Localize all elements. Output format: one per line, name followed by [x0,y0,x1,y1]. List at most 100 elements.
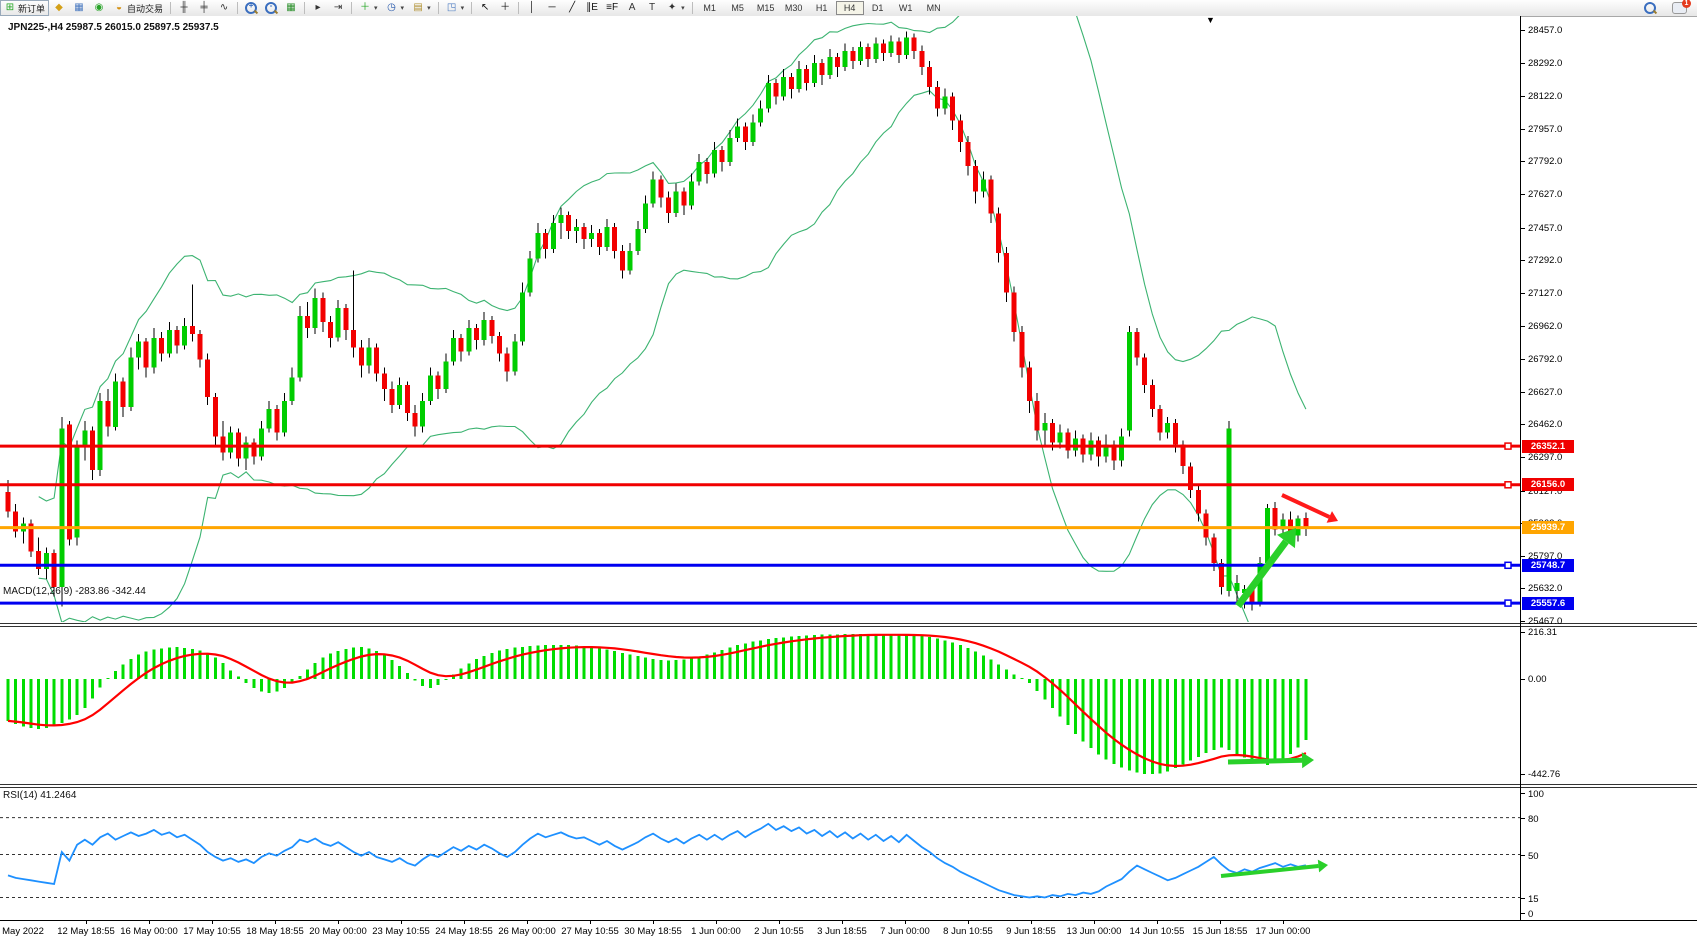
timeframe-d1[interactable]: D1 [864,1,892,15]
macd-histogram-bar [391,660,394,679]
timeframe-mn[interactable]: MN [920,1,948,15]
macd-histogram-bar [897,635,900,679]
trendline-button[interactable]: ╱ [562,0,582,16]
macd-axis-label: 0.00 [1528,674,1547,685]
search-button[interactable] [1640,0,1660,16]
level-price-tag: 25557.6 [1522,597,1574,610]
notifications-button[interactable]: 1 [1668,0,1691,16]
indicators-button[interactable]: ＋▾ [355,0,382,16]
signals-button[interactable]: ◉ [89,0,109,16]
time-axis-label: 17 Jun 00:00 [1256,926,1311,937]
timeframe-h1[interactable]: H1 [808,1,836,15]
macd-histogram-bar [37,679,40,729]
candle [505,354,510,372]
macd-histogram-bar [214,658,217,680]
candle [190,326,195,334]
chevron-down-icon[interactable]: ▾ [461,4,465,12]
crosshair-button[interactable]: ＋ [495,0,515,16]
chart-shift-icon: ⇥ [332,2,344,14]
timeframe-m30[interactable]: M30 [780,1,808,15]
bar-chart-button[interactable]: ╫ [174,0,194,16]
macd-histogram-bar [567,645,570,679]
candle [666,197,671,213]
candle [1127,332,1132,431]
candle [1181,445,1186,467]
line-chart-button[interactable]: ∿ [214,0,234,16]
macd-histogram-bar [260,679,263,692]
chevron-down-icon[interactable]: ▾ [374,4,378,12]
zoom-out-button[interactable]: - [261,0,281,16]
fibonacci-button[interactable]: ≡F [602,0,622,16]
macd-histogram-bar [76,679,79,715]
candle [282,401,287,433]
styles-button[interactable]: ◆ [49,0,69,16]
chart-canvas-rsi[interactable] [0,789,1520,920]
macd-histogram-bar [22,679,25,726]
chart-canvas-main[interactable] [0,16,1520,622]
text-label-button[interactable]: T [642,0,662,16]
candle [651,180,656,204]
macd-histogram-bar [53,679,56,726]
horizontal-line-button[interactable]: ─ [542,0,562,16]
market-watch-button[interactable]: ▦ [69,0,89,16]
cursor-button[interactable]: ↖ [475,0,495,16]
candle [205,360,210,398]
new-order-button[interactable]: ⊞新订单 [0,0,49,16]
rsi-line [8,824,1306,898]
auto-scroll-button[interactable]: ▸ [308,0,328,16]
candle [1019,332,1024,368]
candle [689,182,694,206]
pane-separator[interactable] [0,784,1697,785]
autotrade-button-label: 自动交易 [127,2,163,15]
chart-window-button[interactable]: ◳▾ [442,0,469,16]
candle [1150,385,1155,409]
chart-shift-marker-icon[interactable]: ▼ [1206,15,1215,25]
time-axis-tick [968,920,969,924]
candle [82,431,87,447]
candle [1035,401,1040,431]
periods-button[interactable]: ◷▾ [382,0,409,16]
equidistant-channel-button[interactable]: ∥E [582,0,602,16]
autotrade-button[interactable]: ◒自动交易 [109,0,167,16]
pane-separator[interactable] [0,623,1697,624]
candle [336,308,341,338]
time-axis-tick [1283,920,1284,924]
macd-histogram-bar [606,650,609,680]
price-axis-label: 28457.0 [1528,25,1562,36]
templates-button[interactable]: ▤▾ [408,0,435,16]
time-axis-label: 20 May 00:00 [309,926,367,937]
candle [144,342,149,368]
macd-histogram-bar [659,660,662,679]
chevron-down-icon[interactable]: ▾ [427,4,431,12]
timeframe-m5[interactable]: M5 [724,1,752,15]
candle [1096,441,1101,457]
candlestick-button[interactable]: ╪ [194,0,214,16]
candle [436,375,441,389]
timeframe-m15[interactable]: M15 [752,1,780,15]
time-axis-label: 16 May 00:00 [120,926,178,937]
timeframe-h4[interactable]: H4 [836,1,864,15]
time-axis-tick [716,920,717,924]
arrows-button[interactable]: ✦▾ [662,0,689,16]
chevron-down-icon[interactable]: ▾ [401,4,405,12]
chart-shift-button[interactable]: ⇥ [328,0,348,16]
macd-histogram-bar [874,634,877,679]
time-axis-tick [338,920,339,924]
candle [52,553,57,587]
text-button[interactable]: A [622,0,642,16]
zoom-in-button[interactable]: + [241,0,261,16]
candle [198,334,203,360]
chevron-down-icon[interactable]: ▾ [681,4,685,12]
macd-histogram-bar [1274,679,1277,763]
macd-histogram-bar [122,664,125,679]
chart-canvas-macd[interactable] [0,628,1520,784]
timeframe-m1[interactable]: M1 [696,1,724,15]
candle [566,215,571,231]
vertical-line-button[interactable]: │ [522,0,542,16]
axis-tick [1520,392,1525,393]
timeframe-w1[interactable]: W1 [892,1,920,15]
price-axis-label: 26462.0 [1528,419,1562,430]
tile-windows-button[interactable]: ▦ [281,0,301,16]
candle [251,443,256,457]
macd-histogram-bar [1005,669,1008,679]
